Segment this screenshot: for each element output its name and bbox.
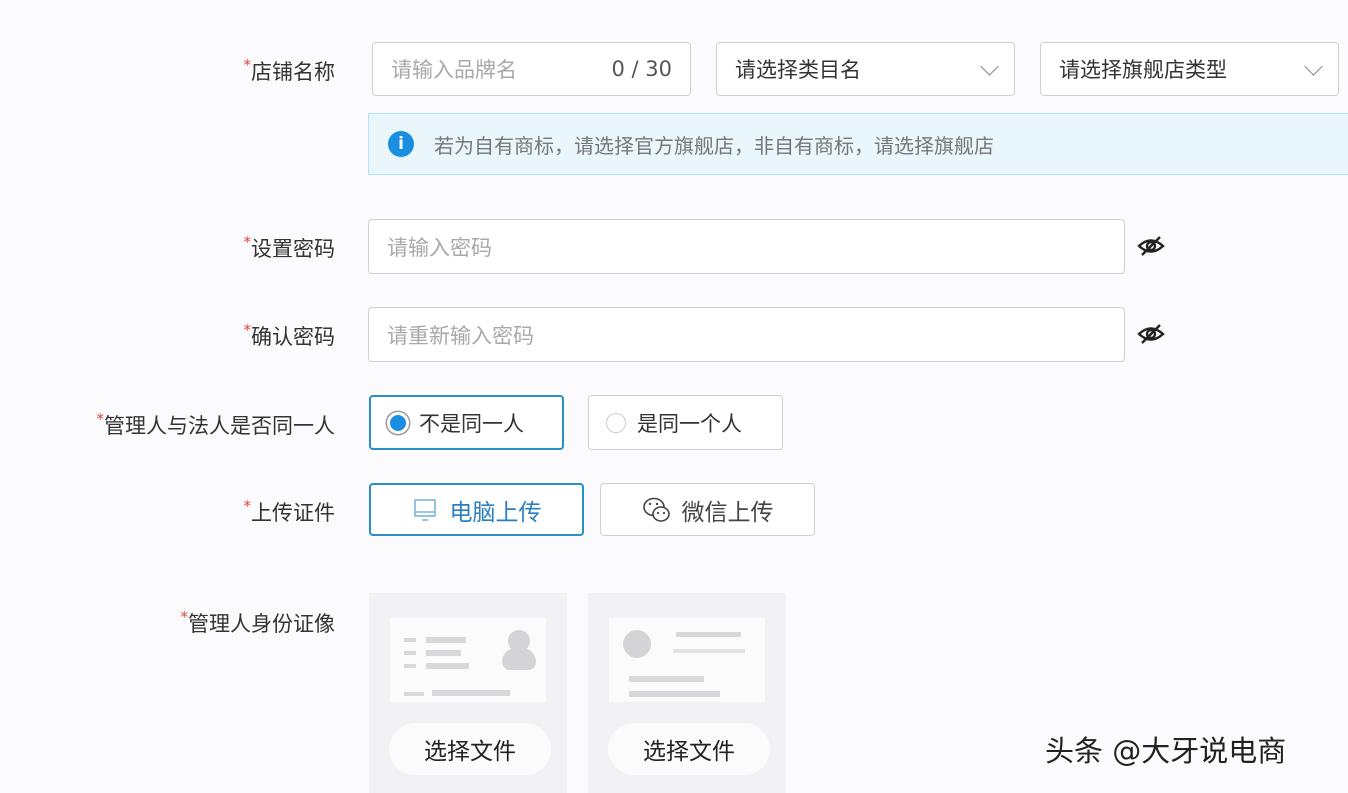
id-front-upload-card: 选择文件 <box>369 593 567 793</box>
char-counter: 0 / 30 <box>611 57 672 81</box>
button-label: 选择文件 <box>424 732 516 766</box>
store-name-placeholder: 请输入品牌名 <box>391 54 517 84</box>
radio-not-same-person[interactable]: 不是同一人 <box>369 395 564 450</box>
password-placeholder: 请输入密码 <box>387 232 492 262</box>
choose-file-button[interactable]: 选择文件 <box>608 723 770 775</box>
confirm-password-label: *确认密码 <box>244 321 336 351</box>
wechat-upload-button[interactable]: 微信上传 <box>600 483 815 536</box>
password-input[interactable]: 请输入密码 <box>368 219 1125 274</box>
radio-label: 是同一个人 <box>637 408 742 438</box>
id-front-illustration <box>390 618 546 702</box>
id-photo-label: *管理人身份证像 <box>181 608 336 638</box>
alert-text: 若为自有商标，请选择官方旗舰店，非自有商标，请选择旗舰店 <box>434 130 994 159</box>
computer-upload-button[interactable]: 电脑上传 <box>369 483 584 536</box>
confirm-password-input[interactable]: 请重新输入密码 <box>368 307 1125 362</box>
radio-checked-icon <box>387 412 409 434</box>
wechat-icon <box>642 496 672 524</box>
emblem-icon <box>623 630 651 658</box>
category-select-value: 请选择类目名 <box>735 54 861 84</box>
choose-file-button[interactable]: 选择文件 <box>389 723 551 775</box>
computer-icon <box>412 497 438 523</box>
password-label: *设置密码 <box>244 233 336 263</box>
eye-off-icon[interactable] <box>1137 323 1165 345</box>
radio-unchecked-icon <box>606 413 626 433</box>
radio-label: 不是同一人 <box>419 408 524 438</box>
category-select[interactable]: 请选择类目名 <box>716 42 1015 96</box>
id-back-illustration <box>609 618 765 702</box>
eye-off-icon[interactable] <box>1137 235 1165 257</box>
confirm-password-placeholder: 请重新输入密码 <box>387 320 534 350</box>
radio-same-person[interactable]: 是同一个人 <box>588 395 783 450</box>
watermark: 头条 @大牙说电商 <box>1045 728 1286 770</box>
id-back-upload-card: 选择文件 <box>588 593 786 793</box>
chevron-down-icon <box>1304 57 1322 75</box>
info-alert: i 若为自有商标，请选择官方旗舰店，非自有商标，请选择旗舰店 <box>368 113 1348 175</box>
same-person-label: *管理人与法人是否同一人 <box>97 410 336 440</box>
button-label: 微信上传 <box>682 493 774 527</box>
info-icon: i <box>388 131 414 157</box>
store-name-input[interactable]: 请输入品牌名 0 / 30 <box>372 42 691 96</box>
store-type-select[interactable]: 请选择旗舰店类型 <box>1040 42 1339 96</box>
store-type-select-value: 请选择旗舰店类型 <box>1059 54 1227 84</box>
upload-label: *上传证件 <box>244 497 336 527</box>
button-label: 选择文件 <box>643 732 735 766</box>
button-label: 电脑上传 <box>450 493 542 527</box>
store-name-label: *店铺名称 <box>244 56 336 86</box>
chevron-down-icon <box>980 57 998 75</box>
